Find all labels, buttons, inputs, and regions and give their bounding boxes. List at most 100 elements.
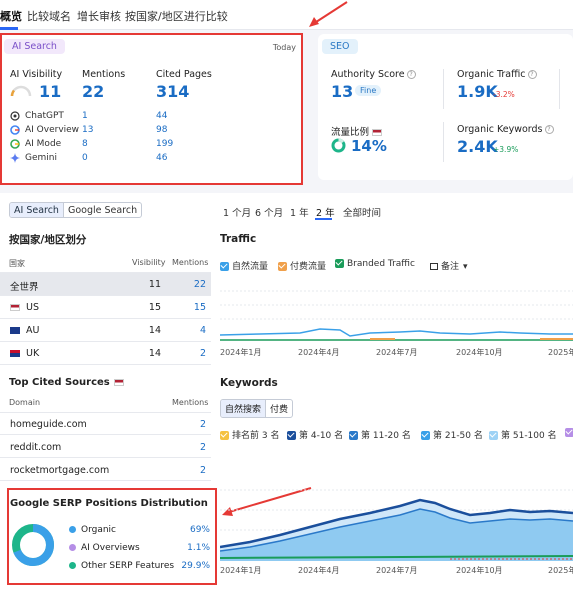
x-axis-label: 2024年1月 (220, 348, 262, 357)
note-icon (430, 263, 438, 270)
keywords-chart (220, 489, 573, 561)
geo-row-au[interactable]: AU 14 4 (0, 319, 211, 342)
platform-row-ai-mode: AI Mode (10, 137, 83, 151)
authority-score-value: 13 (331, 82, 354, 101)
platform-mentions[interactable]: 1 (82, 111, 88, 121)
organic-keywords-value[interactable]: 2.4K (457, 137, 498, 156)
platform-cited[interactable]: 46 (156, 153, 167, 163)
serp-item-ai-overviews: AI Overviews (69, 543, 140, 553)
help-icon: ? (544, 125, 554, 134)
source-domain[interactable]: rocketmortgage.com (10, 465, 109, 476)
source-row[interactable]: reddit.com 2 (0, 436, 211, 458)
period-2y[interactable]: 2 年 (316, 205, 335, 219)
toggle-ai-search[interactable]: AI Search (10, 203, 64, 217)
uk-flag-icon (10, 350, 20, 357)
period-1m[interactable]: 1 个月 (223, 205, 251, 219)
checkbox-icon (335, 259, 344, 268)
x-axis-label: 2024年4月 (298, 348, 340, 357)
source-toggle: AI Search Google Search (9, 202, 143, 218)
tab-growth-audit[interactable]: 增长审核 (77, 8, 121, 24)
visibility-gauge-icon (10, 85, 32, 97)
keywords-title: Keywords (220, 377, 278, 389)
authority-score-label: Authority Score? (331, 69, 416, 80)
tab-compare-by-country[interactable]: 按国家/地区进行比较 (125, 8, 228, 24)
legend-51-100[interactable]: 第 51-100 名 (489, 428, 557, 441)
geo-col-mentions: Mentions (172, 258, 209, 267)
geo-visibility: 11 (148, 279, 161, 290)
organic-traffic-value[interactable]: 1.9K (457, 82, 498, 101)
legend-dot (69, 526, 76, 533)
source-domain[interactable]: homeguide.com (10, 419, 87, 430)
legend-4-10[interactable]: 第 4-10 名 (287, 428, 343, 441)
mentions-label: Mentions (82, 69, 126, 80)
traffic-chart (220, 290, 573, 341)
legend-organic-traffic[interactable]: 自然流量 (220, 259, 268, 272)
geo-mentions[interactable]: 22 (176, 279, 206, 290)
platform-label: AI Overview (25, 125, 80, 135)
seo-card: SEO Authority Score? 13 Fine Organic Tra… (318, 34, 573, 180)
tab-compare-domains[interactable]: 比较域名 (27, 8, 71, 24)
serp-item-other-features: Other SERP Features (69, 561, 174, 571)
serp-distribution-card: Google SERP Positions Distribution Organ… (7, 488, 216, 585)
geo-mentions[interactable]: 4 (176, 325, 206, 336)
platform-mentions[interactable]: 13 (82, 125, 93, 135)
source-mentions[interactable]: 2 (200, 465, 206, 476)
platform-cited[interactable]: 44 (156, 111, 167, 121)
ai-visibility-value: 11 (39, 82, 62, 101)
platform-row-gemini: Gemini (10, 151, 83, 165)
source-domain[interactable]: reddit.com (10, 442, 61, 453)
geo-row-worldwide[interactable]: 全世界 11 22 (0, 273, 211, 296)
us-flag-icon (10, 304, 20, 311)
keywords-type-toggle: 自然搜索 付费 (220, 399, 294, 418)
organic-keywords-change: +3.9% (493, 145, 519, 154)
toggle-google-search[interactable]: Google Search (64, 203, 141, 217)
geo-row-uk[interactable]: UK 14 2 (0, 342, 211, 365)
google-icon (10, 139, 20, 149)
serp-value-other-features: 29.9% (181, 561, 210, 571)
legend-21-50[interactable]: 第 21-50 名 (421, 428, 483, 441)
legend-top3[interactable]: 排名前 3 名 (220, 428, 279, 441)
source-mentions[interactable]: 2 (200, 419, 206, 430)
checkbox-icon (565, 428, 573, 437)
legend-11-20[interactable]: 第 11-20 名 (349, 428, 411, 441)
mentions-value[interactable]: 22 (82, 82, 104, 101)
tab-overview[interactable]: 概览 (0, 8, 22, 24)
notes-dropdown[interactable]: 备注 ▾ (430, 259, 468, 272)
geo-country: US (10, 302, 39, 313)
x-axis-label: 2024年10月 (456, 566, 503, 575)
geo-visibility: 14 (148, 348, 161, 359)
source-row[interactable]: rocketmortgage.com 2 (0, 459, 211, 481)
source-row[interactable]: homeguide.com 2 (0, 413, 211, 435)
geo-mentions[interactable]: 15 (176, 302, 206, 313)
geo-row-us[interactable]: US 15 15 (0, 296, 211, 319)
geo-mentions[interactable]: 2 (176, 348, 206, 359)
flow-ratio-value: 14% (351, 137, 387, 155)
x-axis-label: 2024年4月 (298, 566, 340, 575)
platform-cited[interactable]: 98 (156, 125, 167, 135)
tab-organic-search[interactable]: 自然搜索 (221, 400, 267, 417)
organic-traffic-change: -3.2% (493, 90, 515, 99)
organic-keywords-label: Organic Keywords? (457, 124, 554, 135)
cited-pages-value[interactable]: 314 (156, 82, 189, 101)
x-axis-label: 2024年1月 (220, 566, 262, 575)
platform-cited[interactable]: 199 (156, 139, 173, 149)
serp-value-organic: 69% (189, 525, 210, 535)
legend-paid-traffic[interactable]: 付费流量 (278, 259, 326, 272)
legend-branded-traffic[interactable]: Branded Traffic (335, 259, 415, 269)
traffic-title: Traffic (220, 233, 257, 245)
period-6m[interactable]: 6 个月 (255, 205, 283, 219)
cited-pages-label: Cited Pages (156, 69, 212, 80)
platform-mentions[interactable]: 0 (82, 153, 88, 163)
platform-mentions[interactable]: 8 (82, 139, 88, 149)
x-axis-label: 2024年7月 (376, 566, 418, 575)
seo-badge: SEO (322, 39, 358, 54)
help-icon: ? (527, 70, 537, 79)
platform-label: ChatGPT (25, 111, 64, 121)
legend-more[interactable] (565, 428, 573, 438)
tab-paid[interactable]: 付费 (266, 400, 292, 417)
geo-col-country: 国家 (9, 259, 25, 268)
source-mentions[interactable]: 2 (200, 442, 206, 453)
period-all[interactable]: 全部时间 (343, 205, 381, 219)
checkbox-icon (278, 262, 287, 271)
period-1y[interactable]: 1 年 (290, 205, 309, 219)
